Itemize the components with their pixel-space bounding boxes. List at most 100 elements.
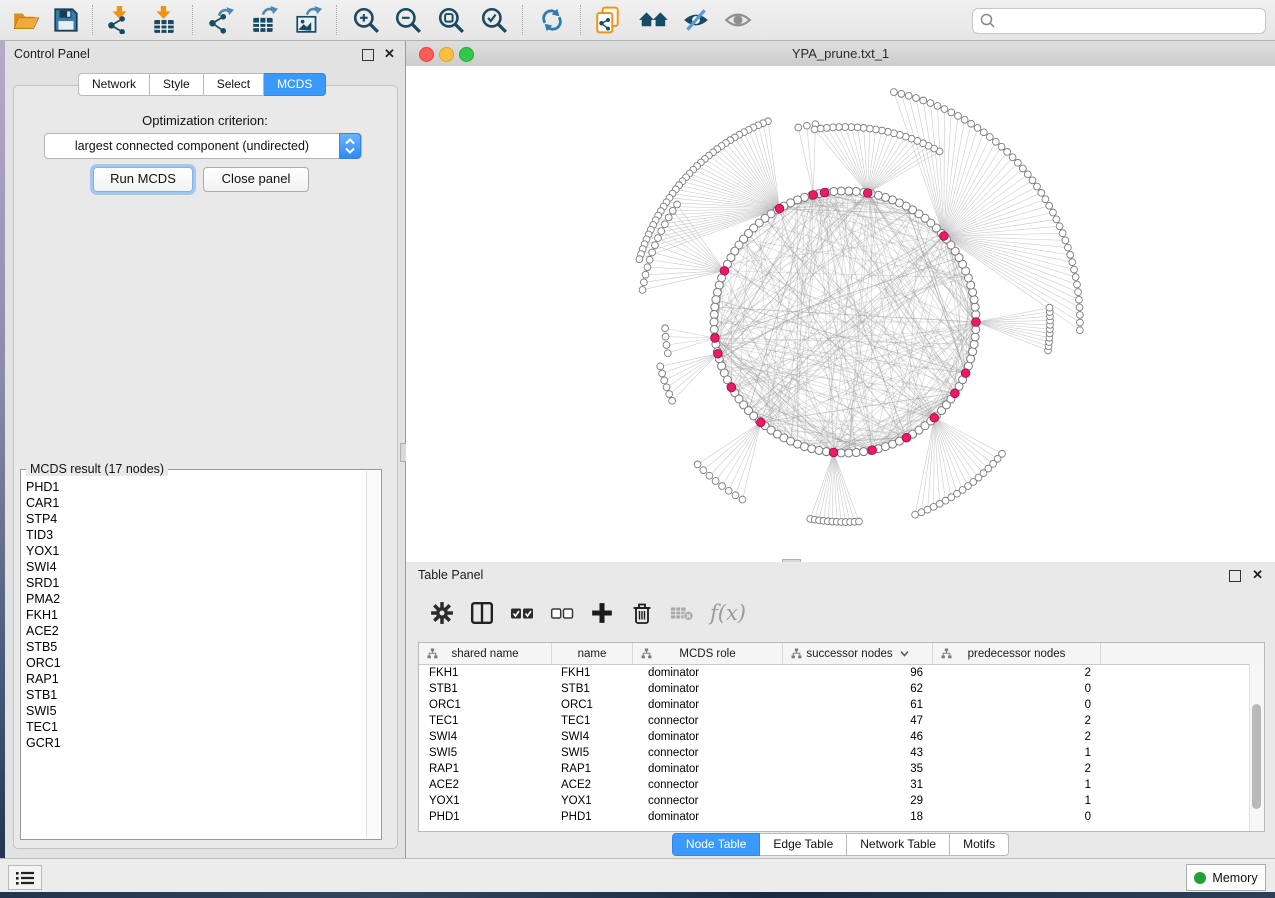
mcds-result-item[interactable]: STP4 [22, 511, 366, 527]
table-toolbar: f(x) [418, 592, 1263, 634]
mcds-result-item[interactable]: ACE2 [22, 623, 366, 639]
show-panels-icon[interactable] [724, 6, 752, 34]
table-row-RAP1[interactable]: RAP1RAP1dominator352 [419, 761, 1250, 777]
optimization-criterion-select[interactable]: largest connected component (undirected) [44, 133, 362, 159]
cell: RAP1 [552, 761, 633, 777]
cell: 29 [783, 793, 933, 809]
column-header-predecessor-nodes[interactable]: predecessor nodes [933, 643, 1101, 664]
network-graph-canvas[interactable] [406, 66, 1275, 562]
delete-row-icon[interactable] [630, 601, 654, 625]
table-row-SWI5[interactable]: SWI5SWI5connector431 [419, 745, 1250, 761]
table-row-SWI4[interactable]: SWI4SWI4dominator462 [419, 729, 1250, 745]
column-header-shared-name[interactable]: shared name [419, 643, 552, 664]
cell: 0 [933, 697, 1101, 713]
float-panel-icon[interactable] [1229, 570, 1241, 582]
cell: ORC1 [419, 697, 552, 713]
mcds-result-item[interactable]: ORC1 [22, 655, 366, 671]
home-icon[interactable] [638, 6, 670, 34]
export-table-icon[interactable] [250, 6, 278, 34]
hide-panels-icon[interactable] [682, 6, 710, 34]
columns-icon[interactable] [470, 601, 494, 625]
mcds-result-item[interactable]: STB1 [22, 687, 366, 703]
tab-select[interactable]: Select [204, 73, 264, 96]
cell: 43 [783, 745, 933, 761]
mcds-result-item[interactable]: TID3 [22, 527, 366, 543]
refresh-icon[interactable] [538, 6, 566, 34]
status-bar: Memory [0, 858, 1275, 892]
clone-network-icon[interactable] [594, 6, 622, 34]
mcds-result-item[interactable]: SWI5 [22, 703, 366, 719]
tab-style[interactable]: Style [150, 73, 204, 96]
mcds-result-item[interactable]: STB5 [22, 639, 366, 655]
mcds-result-item[interactable]: PMA2 [22, 591, 366, 607]
import-network-icon[interactable] [106, 6, 134, 34]
tab-mcds[interactable]: MCDS [264, 73, 326, 96]
export-image-icon[interactable] [294, 6, 322, 34]
search-input[interactable] [997, 14, 1265, 28]
cell: 61 [783, 697, 933, 713]
table-row-PHD1[interactable]: PHD1PHD1dominator180 [419, 809, 1250, 825]
open-file-icon[interactable] [12, 6, 40, 34]
table-row-ACE2[interactable]: ACE2ACE2connector311 [419, 777, 1250, 793]
column-header-MCDS-role[interactable]: MCDS role [633, 643, 783, 664]
add-row-icon[interactable] [590, 601, 614, 625]
mcds-result-item[interactable]: GCR1 [22, 735, 366, 751]
desktop-wallpaper-strip [0, 891, 1275, 898]
tab-edge-table[interactable]: Edge Table [760, 833, 847, 856]
search-icon [979, 12, 997, 30]
table-scrollbar-thumb[interactable] [1252, 704, 1261, 809]
column-header-name[interactable]: name [552, 643, 633, 664]
zoom-selected-icon[interactable] [480, 6, 508, 34]
control-panel-title: Control Panel [14, 47, 90, 61]
table-scrollbar[interactable] [1249, 664, 1264, 831]
mcds-result-item[interactable]: RAP1 [22, 671, 366, 687]
cell: SWI4 [419, 729, 552, 745]
tab-network[interactable]: Network [78, 73, 150, 96]
close-panel-icon[interactable]: ✕ [1252, 567, 1263, 583]
close-panel-button[interactable]: Close panel [203, 167, 309, 192]
mcds-result-item[interactable]: YOX1 [22, 543, 366, 559]
cell: SWI5 [552, 745, 633, 761]
table-row-FKH1[interactable]: FKH1FKH1dominator962 [419, 665, 1250, 681]
gear-icon[interactable] [430, 601, 454, 625]
zoom-fit-icon[interactable] [437, 6, 465, 34]
table-row-ORC1[interactable]: ORC1ORC1dominator610 [419, 697, 1250, 713]
mcds-result-item[interactable]: SWI4 [22, 559, 366, 575]
float-panel-icon[interactable] [362, 49, 374, 61]
column-header-successor-nodes[interactable]: successor nodes [783, 643, 933, 664]
cell: dominator [633, 761, 783, 777]
tab-node-table[interactable]: Node Table [672, 833, 761, 856]
cell: dominator [633, 809, 783, 825]
table-row-STB1[interactable]: STB1STB1dominator620 [419, 681, 1250, 697]
deselect-all-icon[interactable] [550, 601, 574, 625]
import-table-icon[interactable] [150, 6, 178, 34]
select-stepper-icon [339, 133, 361, 159]
mcds-result-item[interactable]: PHD1 [22, 479, 366, 495]
cell: 62 [783, 681, 933, 697]
network-window-titlebar[interactable]: YPA_prune.txt_1 [406, 41, 1275, 67]
export-network-icon[interactable] [206, 6, 234, 34]
memory-button[interactable]: Memory [1186, 864, 1266, 891]
close-panel-icon[interactable]: ✕ [384, 46, 395, 62]
zoom-in-icon[interactable] [352, 6, 380, 34]
mcds-result-item[interactable]: CAR1 [22, 495, 366, 511]
cell: RAP1 [419, 761, 552, 777]
mcds-result-item[interactable]: FKH1 [22, 607, 366, 623]
run-mcds-button[interactable]: Run MCDS [93, 167, 193, 192]
cell: 2 [933, 729, 1101, 745]
mcds-result-item[interactable]: SRD1 [22, 575, 366, 591]
tab-network-table[interactable]: Network Table [847, 833, 950, 856]
cell: FKH1 [552, 665, 633, 681]
save-session-icon[interactable] [52, 6, 80, 34]
result-list-scrollbar[interactable] [366, 471, 380, 838]
task-history-button[interactable] [8, 865, 42, 890]
table-row-TEC1[interactable]: TEC1TEC1connector472 [419, 713, 1250, 729]
cell: ORC1 [552, 697, 633, 713]
zoom-out-icon[interactable] [394, 6, 422, 34]
table-panel: Table Panel ✕ f(x) shared namenameMCDS r… [406, 562, 1275, 858]
mcds-result-item[interactable]: TEC1 [22, 719, 366, 735]
mcds-result-title: MCDS result (17 nodes) [26, 462, 168, 476]
tab-motifs[interactable]: Motifs [950, 833, 1009, 856]
select-all-icon[interactable] [510, 601, 534, 625]
table-row-YOX1[interactable]: YOX1YOX1connector291 [419, 793, 1250, 809]
